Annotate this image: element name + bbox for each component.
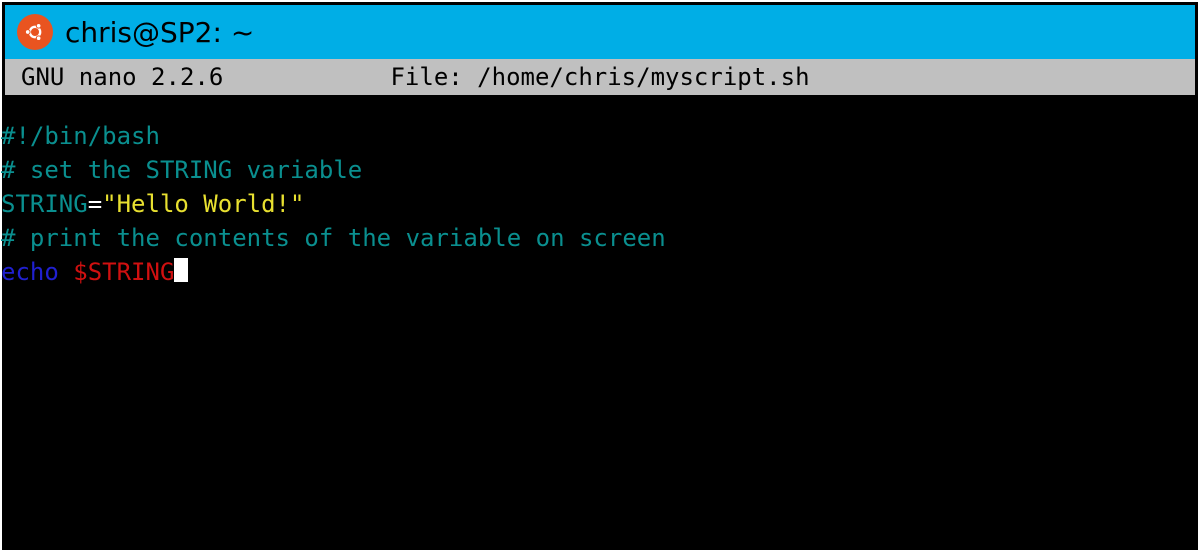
var-name: STRING xyxy=(1,190,88,218)
echo-keyword: echo xyxy=(1,258,59,286)
comment-line-1: # set the STRING variable xyxy=(1,156,362,184)
terminal-window: chris@SP2: ~ GNU nano 2.2.6 File: /home/… xyxy=(2,2,1198,550)
titlebar[interactable]: chris@SP2: ~ xyxy=(5,5,1195,59)
nano-header: GNU nano 2.2.6 File: /home/chris/myscrip… xyxy=(5,59,1195,95)
nano-file-info: File: /home/chris/myscript.sh xyxy=(390,59,809,95)
nano-app-label: GNU nano 2.2.6 xyxy=(7,59,223,95)
shebang-line: #!/bin/bash xyxy=(1,122,160,150)
cursor xyxy=(174,258,188,282)
comment-line-2: # print the contents of the variable on … xyxy=(1,224,666,252)
ubuntu-icon xyxy=(17,14,53,50)
assign-op: = xyxy=(88,190,102,218)
nano-file-path: /home/chris/myscript.sh xyxy=(477,63,809,91)
editor-content[interactable]: #!/bin/bash # set the STRING variable STRI… xyxy=(1,95,1195,289)
string-value: "Hello World!" xyxy=(102,190,304,218)
var-reference: $STRING xyxy=(73,258,174,286)
nano-file-label: File: xyxy=(390,63,462,91)
window-title: chris@SP2: ~ xyxy=(65,16,254,49)
